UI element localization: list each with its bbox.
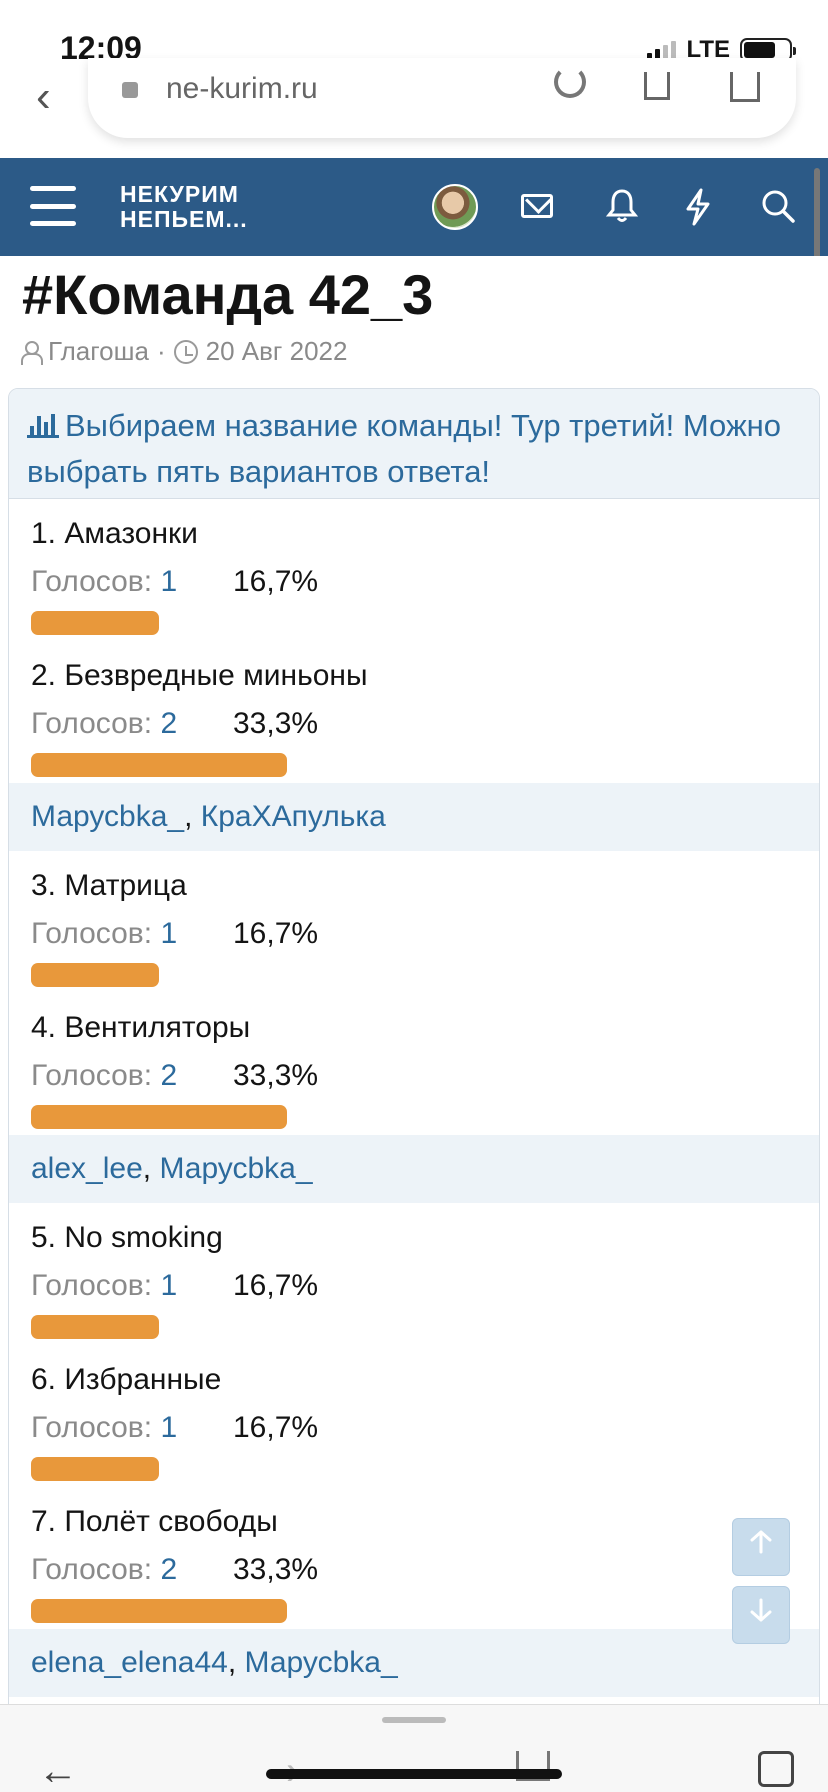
option-name: 1. Амазонки: [31, 517, 198, 550]
option-name: 5. No smoking: [31, 1221, 223, 1254]
option-votes: Голосов: 2: [31, 1553, 177, 1587]
drag-handle[interactable]: [382, 1717, 446, 1723]
votes-label: Голосов:: [31, 565, 153, 598]
voter-link[interactable]: elena_elena44: [31, 1646, 228, 1679]
tabs-icon[interactable]: [758, 1751, 794, 1787]
share-icon[interactable]: [730, 72, 760, 102]
voters-list: Марусbka_, КраХАпулька: [9, 783, 819, 851]
poll-header: Выбираем название команды! Тур третий! М…: [9, 389, 819, 499]
votes-count[interactable]: 1: [160, 1411, 177, 1444]
address-bar[interactable]: ‹ ne-kurim.ru: [36, 58, 796, 138]
votes-count[interactable]: 1: [160, 1269, 177, 1302]
poll-option: 7. Полёт свободы Голосов: 2 33,3%: [9, 1487, 819, 1629]
option-votes: Голосов: 1: [31, 1269, 177, 1303]
votes-count[interactable]: 2: [160, 707, 177, 740]
lightning-icon[interactable]: [678, 188, 718, 228]
voter-link[interactable]: Марусbka_: [245, 1646, 398, 1679]
poll-option: 4. Вентиляторы Голосов: 2 33,3%: [9, 993, 819, 1135]
option-bar: [31, 1105, 287, 1129]
voter-link[interactable]: alex_lee: [31, 1152, 143, 1185]
voter-link[interactable]: Марусbka_: [159, 1152, 312, 1185]
option-percent: 33,3%: [233, 707, 319, 740]
option-bar: [31, 1457, 159, 1481]
home-indicator: [266, 1769, 562, 1779]
poll-option: 5. No smoking Голосов: 1 16,7%: [9, 1203, 819, 1345]
votes-count[interactable]: 2: [160, 1059, 177, 1092]
option-bar: [31, 963, 159, 987]
scroll-up-button[interactable]: [732, 1518, 790, 1576]
voter-link[interactable]: КраХАпулька: [201, 800, 386, 833]
votes-label: Голосов:: [31, 1411, 153, 1444]
url-text[interactable]: ne-kurim.ru: [166, 72, 318, 106]
poll-option: 2. Безвредные миньоны Голосов: 2 33,3%: [9, 641, 819, 783]
option-bar: [31, 753, 287, 777]
votes-label: Голосов:: [31, 1553, 153, 1586]
back-chevron-icon[interactable]: ‹: [36, 72, 51, 122]
votes-label: Голосов:: [31, 1269, 153, 1302]
poll-option: 6. Избранные Голосов: 1 16,7%: [9, 1345, 819, 1487]
voters-list: alex_lee, Марусbka_: [9, 1135, 819, 1203]
thread-title: #Команда 42_3: [22, 263, 434, 326]
clock-icon: [173, 339, 198, 364]
browser-toolbar: ← ›: [0, 1704, 828, 1792]
scroll-down-button[interactable]: [732, 1586, 790, 1644]
poll-block: Выбираем название команды! Тур третий! М…: [8, 388, 820, 1706]
option-percent: 16,7%: [233, 1411, 319, 1444]
menu-icon[interactable]: [30, 186, 76, 226]
votes-label: Голосов:: [31, 707, 153, 740]
option-bar: [31, 611, 159, 635]
voter-link[interactable]: Марусbka_: [31, 800, 184, 833]
votes-count[interactable]: 1: [160, 917, 177, 950]
search-icon[interactable]: [758, 188, 798, 228]
option-name: 3. Матрица: [31, 869, 187, 902]
poll-option: 3. Матрица Голосов: 1 16,7%: [9, 851, 819, 993]
option-name: 2. Безвредные миньоны: [31, 659, 368, 692]
option-percent: 16,7%: [233, 1269, 319, 1302]
poll-option: 1. Амазонки Голосов: 1 16,7%: [9, 499, 819, 641]
reload-icon[interactable]: [554, 66, 586, 98]
poll-question: Выбираем название команды! Тур третий! М…: [27, 408, 782, 489]
option-percent: 33,3%: [233, 1553, 319, 1586]
option-percent: 16,7%: [233, 565, 319, 598]
option-name: 7. Полёт свободы: [31, 1505, 278, 1538]
logo-line-2: НЕПЬЕМ...: [120, 206, 248, 232]
thread-content: #Команда 42_3 Глагоша · 20 Авг 2022 Выби…: [0, 256, 828, 1706]
mail-icon[interactable]: [521, 194, 553, 218]
option-votes: Голосов: 2: [31, 707, 177, 741]
votes-label: Голосов:: [31, 1059, 153, 1092]
meta-separator: ·: [156, 336, 166, 366]
option-votes: Голосов: 1: [31, 565, 177, 599]
voters-list: elena_elena44, Марусbka_: [9, 1629, 819, 1697]
bookmark-icon[interactable]: [644, 72, 670, 100]
option-percent: 16,7%: [233, 917, 319, 950]
option-name: 4. Вентиляторы: [31, 1011, 251, 1044]
thread-date[interactable]: 20 Авг 2022: [206, 336, 348, 367]
site-icon: [122, 82, 138, 98]
user-icon: [20, 340, 43, 365]
option-name: 6. Избранные: [31, 1363, 222, 1396]
votes-label: Голосов:: [31, 917, 153, 950]
logo-line-1: НЕКУРИМ: [120, 181, 239, 207]
option-percent: 33,3%: [233, 1059, 319, 1092]
option-votes: Голосов: 2: [31, 1059, 177, 1093]
votes-count[interactable]: 2: [160, 1553, 177, 1586]
option-votes: Голосов: 1: [31, 917, 177, 951]
site-header: НЕКУРИМ НЕПЬЕМ...: [0, 158, 828, 256]
user-avatar[interactable]: [432, 184, 478, 230]
votes-count[interactable]: 1: [160, 565, 177, 598]
bar-chart-icon: [27, 412, 59, 438]
site-logo[interactable]: НЕКУРИМ НЕПЬЕМ...: [120, 182, 248, 232]
option-bar: [31, 1599, 287, 1623]
back-arrow-icon[interactable]: ←: [38, 1749, 78, 1792]
bell-icon[interactable]: [602, 188, 642, 228]
option-votes: Голосов: 1: [31, 1411, 177, 1445]
thread-author[interactable]: Глагоша: [48, 336, 149, 367]
thread-meta: Глагоша · 20 Авг 2022: [20, 336, 347, 367]
option-bar: [31, 1315, 159, 1339]
